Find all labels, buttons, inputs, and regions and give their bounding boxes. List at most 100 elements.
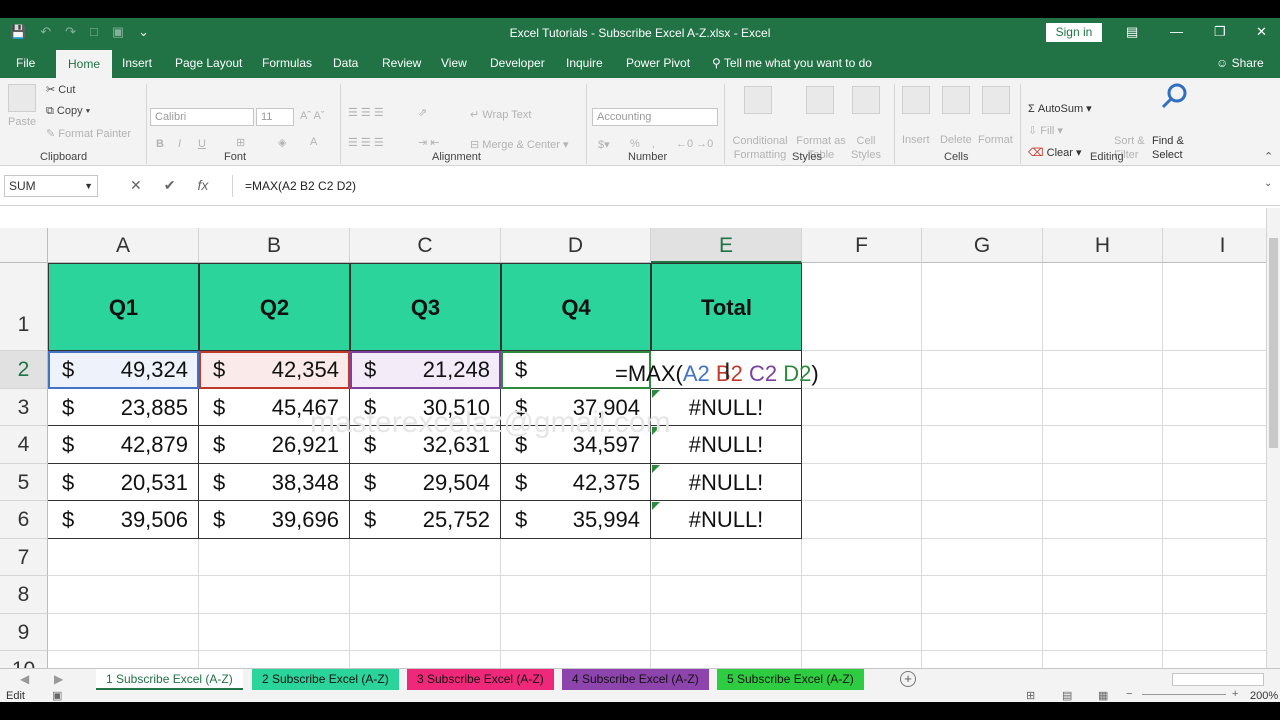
italic-button[interactable]: I bbox=[178, 138, 181, 150]
copy-button[interactable]: ⧉ Copy ▾ bbox=[46, 105, 90, 118]
cell-b2[interactable]: $42,354 bbox=[199, 351, 350, 389]
header-cell-q2[interactable]: Q2 bbox=[199, 263, 350, 351]
row-header-6[interactable]: 6 bbox=[0, 501, 48, 539]
empty-cell[interactable] bbox=[1043, 464, 1163, 501]
column-header-h[interactable]: H bbox=[1043, 228, 1163, 263]
cell-a4[interactable]: $42,879 bbox=[48, 426, 199, 464]
tab-data[interactable]: Data bbox=[333, 56, 358, 70]
empty-cell[interactable] bbox=[802, 651, 922, 668]
sheet-tab-1[interactable]: 1 Subscribe Excel (A-Z) bbox=[96, 669, 243, 690]
underline-button[interactable]: U bbox=[198, 138, 206, 150]
empty-cell[interactable] bbox=[1043, 576, 1163, 614]
tab-insert[interactable]: Insert bbox=[122, 56, 152, 70]
minimize-icon[interactable]: — bbox=[1170, 24, 1183, 39]
font-name-select[interactable]: Calibri bbox=[150, 108, 254, 126]
insert-cells-icon[interactable] bbox=[902, 86, 930, 114]
bold-button[interactable]: B bbox=[156, 138, 164, 150]
empty-cell[interactable] bbox=[802, 389, 922, 426]
restore-icon[interactable]: ❐ bbox=[1214, 24, 1226, 40]
formula-input[interactable]: =MAX(A2 B2 C2 D2) bbox=[232, 175, 1268, 197]
fill-color-icon[interactable]: ◈ bbox=[278, 136, 286, 149]
macro-record-icon[interactable]: ▣ bbox=[52, 689, 62, 702]
empty-cell[interactable] bbox=[1163, 426, 1266, 464]
empty-cell[interactable] bbox=[350, 576, 501, 614]
vertical-scroll-thumb[interactable] bbox=[1269, 238, 1278, 448]
empty-cell[interactable] bbox=[802, 263, 922, 351]
cell-b6[interactable]: $39,696 bbox=[199, 501, 350, 539]
tell-me-search[interactable]: ⚲ Tell me what you want to do bbox=[712, 56, 872, 70]
delete-cells-button[interactable]: Delete bbox=[940, 134, 972, 146]
cell-a5[interactable]: $20,531 bbox=[48, 464, 199, 501]
paste-icon[interactable] bbox=[8, 84, 36, 112]
insert-cells-button[interactable]: Insert bbox=[902, 134, 930, 146]
autosum-button[interactable]: Σ AutoSum ▾ bbox=[1028, 102, 1092, 115]
empty-cell[interactable] bbox=[802, 539, 922, 576]
empty-cell[interactable] bbox=[802, 614, 922, 651]
tab-developer[interactable]: Developer bbox=[490, 56, 545, 70]
row-header-9[interactable]: 9 bbox=[0, 614, 48, 651]
next-sheet-icon[interactable]: ▶ bbox=[54, 672, 63, 686]
error-indicator-icon[interactable] bbox=[652, 390, 660, 398]
cell-c5[interactable]: $29,504 bbox=[350, 464, 501, 501]
font-color-icon[interactable]: A bbox=[310, 136, 317, 148]
expand-formula-bar-icon[interactable]: ⌄ bbox=[1264, 178, 1272, 189]
format-cells-icon[interactable] bbox=[982, 86, 1010, 114]
column-header-i[interactable]: I bbox=[1163, 228, 1266, 263]
empty-cell[interactable] bbox=[1163, 539, 1266, 576]
indent-icon[interactable]: ⇥ ⇤ bbox=[418, 136, 440, 149]
row-header-8[interactable]: 8 bbox=[0, 576, 48, 614]
empty-cell[interactable] bbox=[199, 576, 350, 614]
column-header-c[interactable]: C bbox=[350, 228, 501, 263]
cell-d5[interactable]: $42,375 bbox=[501, 464, 651, 501]
empty-cell[interactable] bbox=[1043, 426, 1163, 464]
row-header-3[interactable]: 3 bbox=[0, 389, 48, 426]
empty-cell[interactable] bbox=[922, 464, 1043, 501]
empty-cell[interactable] bbox=[922, 614, 1043, 651]
fill-button[interactable]: ⇩ Fill ▾ bbox=[1028, 124, 1063, 137]
empty-cell[interactable] bbox=[1163, 651, 1266, 668]
row-header-5[interactable]: 5 bbox=[0, 464, 48, 501]
cell-styles-button[interactable]: Cell Styles bbox=[844, 134, 888, 162]
empty-cell[interactable] bbox=[922, 539, 1043, 576]
borders-icon[interactable]: ⊞ bbox=[236, 136, 245, 149]
empty-cell[interactable] bbox=[350, 614, 501, 651]
empty-cell[interactable] bbox=[922, 389, 1043, 426]
empty-cell[interactable] bbox=[1043, 651, 1163, 668]
empty-cell[interactable] bbox=[501, 614, 651, 651]
format-as-table-icon[interactable] bbox=[806, 86, 834, 114]
tab-inquire[interactable]: Inquire bbox=[566, 56, 603, 70]
cell-d6[interactable]: $35,994 bbox=[501, 501, 651, 539]
spreadsheet-grid[interactable]: A B C D E F G H I 1 2 3 4 5 6 7 8 9 10 Q… bbox=[0, 208, 1266, 668]
cell-e5[interactable]: #NULL! bbox=[651, 464, 802, 501]
name-box[interactable]: SUM ▼ bbox=[4, 175, 98, 197]
cell-a3[interactable]: $23,885 bbox=[48, 389, 199, 426]
conditional-formatting-icon[interactable] bbox=[744, 86, 772, 114]
comma-style-icon[interactable]: ‚ bbox=[652, 138, 654, 150]
empty-cell[interactable] bbox=[922, 263, 1043, 351]
align-left-icon[interactable]: ☰ ☰ ☰ bbox=[348, 136, 384, 149]
delete-cells-icon[interactable] bbox=[942, 86, 970, 114]
cell-c2[interactable]: $21,248 bbox=[350, 351, 501, 389]
empty-cell[interactable] bbox=[651, 539, 802, 576]
empty-cell[interactable] bbox=[651, 576, 802, 614]
tab-power-pivot[interactable]: Power Pivot bbox=[626, 56, 690, 70]
orientation-icon[interactable]: ⇗ bbox=[418, 106, 427, 119]
empty-cell[interactable] bbox=[651, 614, 802, 651]
empty-cell[interactable] bbox=[1163, 614, 1266, 651]
empty-cell[interactable] bbox=[1163, 263, 1266, 351]
tab-view[interactable]: View bbox=[441, 56, 467, 70]
empty-cell[interactable] bbox=[350, 539, 501, 576]
page-layout-view-icon[interactable]: ▤ bbox=[1062, 689, 1072, 702]
tab-home[interactable]: Home bbox=[56, 50, 113, 78]
cell-e4[interactable]: #NULL! bbox=[651, 426, 802, 464]
tab-formulas[interactable]: Formulas bbox=[262, 56, 312, 70]
tab-page-layout[interactable]: Page Layout bbox=[175, 56, 242, 70]
column-header-f[interactable]: F bbox=[802, 228, 922, 263]
decimal-icon[interactable]: ←0 →0 bbox=[676, 138, 713, 150]
wrap-text-button[interactable]: ↵ Wrap Text bbox=[470, 108, 531, 121]
empty-cell[interactable] bbox=[1043, 539, 1163, 576]
collapse-ribbon-icon[interactable]: ⌃ bbox=[1264, 150, 1273, 163]
cell-b5[interactable]: $38,348 bbox=[199, 464, 350, 501]
sign-in-button[interactable]: Sign in bbox=[1046, 23, 1102, 42]
sheet-tab-5[interactable]: 5 Subscribe Excel (A-Z) bbox=[717, 669, 864, 690]
